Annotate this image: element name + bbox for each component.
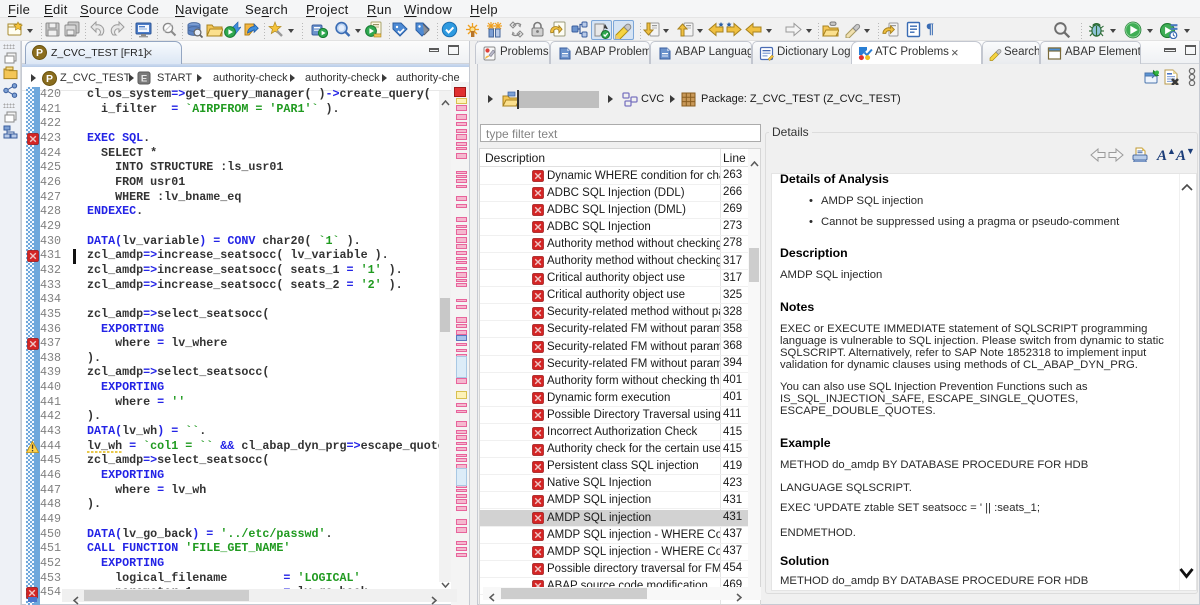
svg-text:P: P: [46, 73, 53, 85]
svg-text:P: P: [36, 47, 43, 59]
svg-text:E: E: [141, 74, 147, 85]
